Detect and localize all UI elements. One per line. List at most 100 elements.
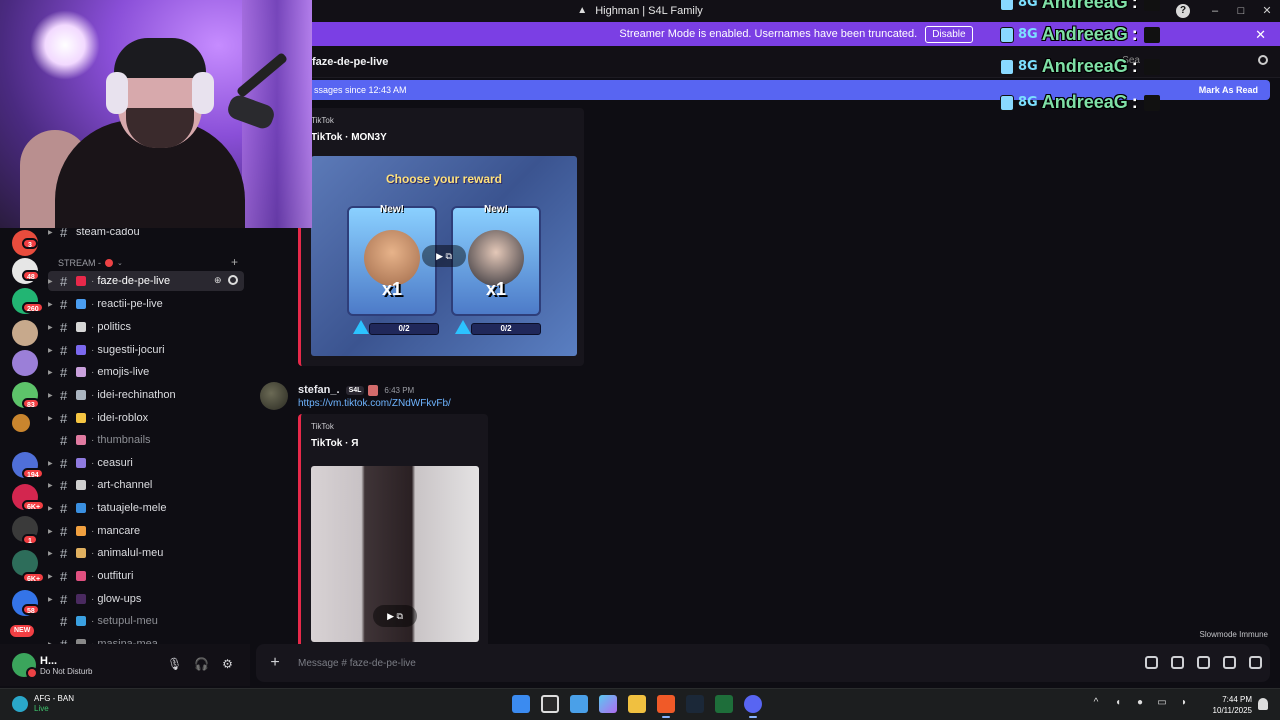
close-icon[interactable]: ✕ [1255,27,1266,43]
taskbar-widget[interactable]: AFG - BAN Live [12,694,74,714]
server-tag-badge: S4L [345,385,365,395]
channel-ceasuri[interactable]: ▶ # · ceasuri [48,453,244,473]
chevron-up-icon[interactable]: ^ [1090,697,1102,709]
play-icon[interactable]: ▶ ⧉ [422,245,466,267]
shark-icon [76,390,86,400]
channel-masina-mea[interactable]: ▶# · masina-mea [48,634,244,644]
subscriber-badge-icon [1000,94,1014,111]
headphones-icon[interactable]: 🎧 [194,657,209,671]
avatar[interactable] [12,653,38,679]
volume-icon[interactable]: ◗ [1178,697,1190,709]
ruler-icon [76,480,86,490]
widgets-icon[interactable] [570,695,588,713]
gif-icon[interactable] [1171,656,1184,669]
message-composer[interactable]: + Message # faze-de-pe-live [256,644,1270,682]
avatar[interactable] [260,382,288,410]
channel-art-channel[interactable]: ▶ # · art-channel [48,475,244,495]
new-servers-badge[interactable]: NEW [10,625,35,637]
discord-icon[interactable] [744,695,762,718]
channel-idei-roblox[interactable]: ▶ # · idei-roblox [48,408,244,428]
search-icon[interactable] [1258,55,1268,65]
message-link[interactable]: https://vm.tiktok.com/ZNdWFkvFb/ [298,398,451,409]
apps-icon[interactable] [1249,656,1262,669]
unread-indicator-icon: ▶ [48,229,53,236]
channel-list: ▶ # steam-cadou STREAM - ⌄ + ▶ # · faze-… [44,222,250,644]
server-icon[interactable] [12,414,30,432]
excel-icon[interactable] [715,695,733,713]
channel-animalul-meu[interactable]: ▶ # · animalul-meu [48,543,244,563]
close-window-button[interactable]: ✕ [1254,0,1280,22]
minimize-button[interactable]: – [1202,0,1228,22]
channel-faze-de-pe-live[interactable]: ▶ # · faze-de-pe-live ⊕ [48,271,244,291]
taskbar-apps [512,695,762,718]
copilot-icon[interactable] [599,695,617,713]
add-channel-icon[interactable]: + [231,255,238,269]
brave-browser-icon[interactable] [657,695,675,718]
channel-reactii-pe-live[interactable]: ▶ # · reactii-pe-live [48,294,244,314]
lightbulb-icon [76,413,86,423]
disable-streamer-mode-button[interactable]: Disable [925,25,973,43]
sticker-icon[interactable] [1197,656,1210,669]
microphone-icon[interactable]: 🎙 [167,657,182,671]
mention-badge: 48 [22,270,40,281]
brave-app-icon: ▲ [577,5,588,16]
video-thumbnail[interactable]: Choose your reward New! x1 New! x1 0/2 0… [311,156,577,356]
message-input[interactable]: Message # faze-de-pe-live [298,658,416,669]
user-info[interactable]: H... Do Not Disturb [40,655,92,676]
clock[interactable]: 7:44 PM 10/11/2025 [1213,694,1252,716]
network-icon[interactable]: ▭ [1156,697,1168,709]
emoji-icon[interactable] [1223,656,1236,669]
start-icon[interactable] [512,695,530,713]
channel-thumbnails[interactable]: # · thumbnails [48,430,244,450]
cricket-icon [12,696,28,712]
hash-icon: # [60,500,68,516]
channel-outfituri[interactable]: ▶ # · outfituri [48,566,244,586]
mention-badge: 3 [22,238,38,249]
add-attachment-icon[interactable]: + [266,654,284,672]
channel-title: faze-de-pe-live [312,55,389,68]
embed-title[interactable]: TikTok · Я [311,438,358,449]
video-thumbnail[interactable]: ▶ ⧉ [311,466,479,642]
notification-icon[interactable] [1258,698,1268,710]
category-stream[interactable]: STREAM - ⌄ [58,258,123,268]
channel-mancare[interactable]: ▶ # · mancare [48,521,244,541]
invite-icon[interactable]: ⊕ [214,276,224,285]
server-icon[interactable] [12,350,38,376]
subscriber-badge-icon [1000,26,1014,43]
chat-line: 8G AndreeaG : [1000,92,1160,113]
channel-tatuajele-mele[interactable]: ▶ # · tatuajele-mele [48,498,244,518]
mention-badge: 1 [22,534,38,545]
emote-icon [1143,94,1160,111]
subscriber-badge-icon [1000,0,1014,11]
hash-icon: # [60,568,68,584]
chat-line: 8G AndreeaG : [1000,24,1160,45]
sparkle-icon [76,594,86,604]
task-view-icon[interactable] [541,695,559,713]
file-explorer-icon[interactable] [628,695,646,713]
channel-idei-rechinathon[interactable]: ▶ # · idei-rechinathon [48,385,244,405]
document-icon [76,322,86,332]
palette-icon [76,435,86,445]
gear-icon[interactable]: ⚙ [221,657,234,671]
channel-setupul-meu[interactable]: # · setupul-meu [48,611,244,631]
pet-icon [76,548,86,558]
gift-icon[interactable] [1145,656,1158,669]
channel-glow-ups[interactable]: ▶ # · glow-ups [48,589,244,609]
microphone-icon[interactable]: ● [1134,697,1146,709]
channel-sugestii-jocuri[interactable]: ▶ # · sugestii-jocuri [48,340,244,360]
channel-emojis-live[interactable]: ▶ # · emojis-live [48,362,244,382]
play-icon[interactable]: ▶ ⧉ [373,604,417,627]
message-author[interactable]: stefan_. [298,384,340,396]
lipstick-icon [76,571,86,581]
gear-icon[interactable] [228,275,238,285]
hash-icon: # [60,591,68,607]
embed-title[interactable]: TikTok · MON3Y [311,132,387,143]
mark-as-read-button[interactable]: Mark As Read [1199,85,1258,95]
maximize-button[interactable]: □ [1228,0,1254,22]
steam-icon[interactable] [686,695,704,713]
upgrade-arrow-icon [455,320,471,334]
server-icon[interactable] [12,320,38,346]
channel-politics[interactable]: ▶ # · politics [48,317,244,337]
speaker-icon[interactable]: ◖ [1112,697,1124,709]
heart-icon [76,276,86,286]
